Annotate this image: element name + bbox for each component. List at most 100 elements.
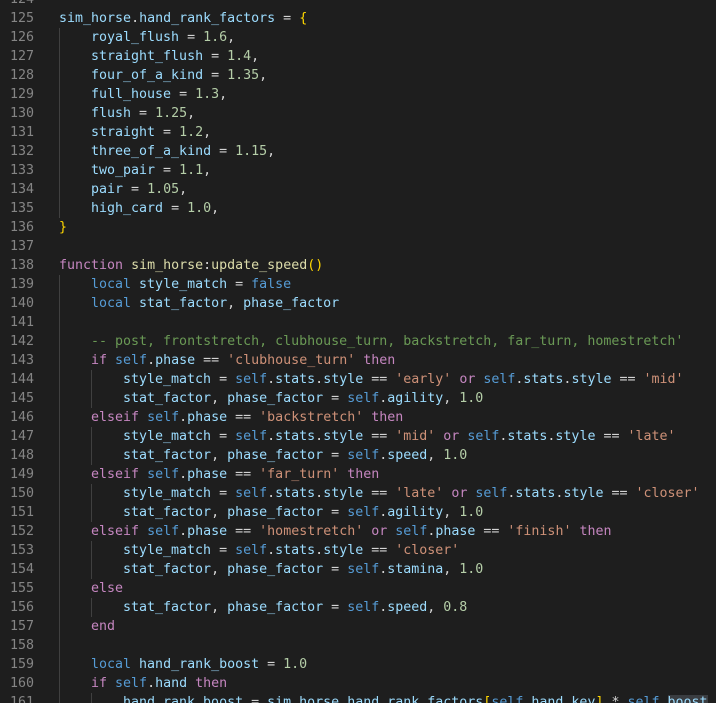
code-line[interactable]: 135 high_card = 1.0, — [0, 199, 716, 218]
code-token: . — [179, 524, 188, 539]
code-token: } — [59, 220, 68, 235]
code-token: flush — [91, 106, 132, 121]
code-line[interactable]: 143 if self.phase == 'clubhouse_turn' the… — [0, 351, 716, 370]
code-token: phase_factor — [227, 562, 324, 577]
code-token: or — [459, 372, 476, 387]
indent-guide — [59, 522, 60, 541]
code-text: style_match = self.stats.style == 'late'… — [123, 484, 700, 503]
code-line[interactable]: 155 else — [0, 579, 716, 598]
code-line[interactable]: 142 -- post, frontstretch, clubhouse_turn… — [0, 332, 716, 351]
code-token: style_match — [123, 372, 212, 387]
code-line[interactable]: 150 style_match = self.stats.style == 'la… — [0, 484, 716, 503]
code-token: = — [155, 163, 180, 178]
code-token: phase — [187, 524, 228, 539]
code-token: phase_factor — [227, 391, 324, 406]
code-text: end — [91, 617, 115, 636]
code-token: then — [195, 676, 228, 691]
code-line[interactable]: 156 stat_factor, phase_factor = self.spee… — [0, 598, 716, 617]
code-line[interactable]: 130 flush = 1.25, — [0, 104, 716, 123]
code-token: self — [395, 524, 428, 539]
code-line[interactable]: 137 — [0, 237, 716, 256]
code-line[interactable]: 124 — [0, 0, 716, 9]
code-token: = — [171, 87, 196, 102]
code-token: self — [347, 448, 380, 463]
code-text: four_of_a_kind = 1.35, — [91, 66, 267, 85]
indent-guide — [59, 370, 60, 389]
code-line[interactable]: 140 local stat_factor, phase_factor — [0, 294, 716, 313]
code-line[interactable]: 160 if self.hand then — [0, 674, 716, 693]
code-text: } — [59, 218, 67, 237]
code-token: stats — [275, 486, 316, 501]
code-token: == — [227, 467, 260, 482]
code-text: local style_match = false — [91, 275, 291, 294]
code-line[interactable]: 145 stat_factor, phase_factor = self.agil… — [0, 389, 716, 408]
code-token: self — [627, 695, 660, 703]
code-token: 1.0 — [187, 201, 212, 216]
line-number: 128 — [9, 68, 34, 83]
code-line[interactable]: 127 straight_flush = 1.4, — [0, 47, 716, 66]
code-token: , — [211, 562, 228, 577]
code-line[interactable]: 133 two_pair = 1.1, — [0, 161, 716, 180]
line-number: 130 — [9, 106, 34, 121]
code-token: style_match — [123, 429, 212, 444]
code-line[interactable]: 146 elseif self.phase == 'backstretch' th… — [0, 408, 716, 427]
code-line[interactable]: 138 function sim_horse:update_speed() — [0, 256, 716, 275]
code-token: stamina — [387, 562, 444, 577]
indent-guide — [59, 408, 60, 427]
line-number: 141 — [9, 315, 34, 330]
indent-guide — [91, 484, 92, 503]
code-line[interactable]: 147 style_match = self.stats.style == 'mi… — [0, 427, 716, 446]
code-line[interactable]: 125 sim_horse.hand_rank_factors = { — [0, 9, 716, 28]
code-token: phase — [187, 410, 228, 425]
code-token: , — [227, 30, 236, 45]
code-line[interactable]: 157 end — [0, 617, 716, 636]
code-token: phase_factor — [227, 505, 324, 520]
code-line[interactable]: 134 pair = 1.05, — [0, 180, 716, 199]
code-line[interactable]: 153 style_match = self.stats.style == 'cl… — [0, 541, 716, 560]
indent-guide — [59, 541, 60, 560]
code-token: self — [235, 429, 268, 444]
code-line[interactable]: 149 elseif self.phase == 'far_turn' then — [0, 465, 716, 484]
code-token: hand_rank_boost — [139, 657, 260, 672]
code-line[interactable]: 136} — [0, 218, 716, 237]
code-token: 1.05 — [147, 182, 180, 197]
code-token: , — [427, 600, 444, 615]
code-line[interactable]: 158 — [0, 636, 716, 655]
code-token: then — [371, 410, 404, 425]
code-line[interactable]: 159 local hand_rank_boost = 1.0 — [0, 655, 716, 674]
code-line[interactable]: 154 stat_factor, phase_factor = self.stam… — [0, 560, 716, 579]
code-token: . — [267, 372, 276, 387]
line-number: 156 — [9, 600, 34, 615]
code-text: if self.phase == 'clubhouse_turn' then — [91, 351, 395, 370]
indent-guide — [59, 636, 60, 655]
code-editor[interactable]: 124125sim_horse.hand_rank_factors = {126… — [0, 0, 716, 703]
code-line[interactable]: 141 — [0, 313, 716, 332]
indent-guide — [59, 313, 60, 332]
code-token: , — [211, 505, 228, 520]
indent-guide — [59, 446, 60, 465]
code-line[interactable]: 139 local style_match = false — [0, 275, 716, 294]
code-line[interactable]: 161 hand_rank_boost = sim_horse.hand_rank… — [0, 693, 716, 703]
line-number: 135 — [9, 201, 34, 216]
code-line[interactable]: 128 four_of_a_kind = 1.35, — [0, 66, 716, 85]
code-token: * — [603, 695, 628, 703]
line-number: 129 — [9, 87, 34, 102]
code-line[interactable]: 152 elseif self.phase == 'homestretch' or… — [0, 522, 716, 541]
code-token: = — [323, 391, 348, 406]
code-token: = — [243, 695, 268, 703]
code-line[interactable]: 144 style_match = self.stats.style == 'ea… — [0, 370, 716, 389]
code-token: = — [163, 201, 188, 216]
code-token: full_house — [91, 87, 172, 102]
code-line[interactable]: 151 stat_factor, phase_factor = self.agil… — [0, 503, 716, 522]
code-line[interactable]: 129 full_house = 1.3, — [0, 85, 716, 104]
code-token: . — [131, 11, 140, 26]
code-line[interactable]: 126 royal_flush = 1.6, — [0, 28, 716, 47]
indent-guide — [59, 161, 60, 180]
indent-guide — [91, 446, 92, 465]
code-line[interactable]: 131 straight = 1.2, — [0, 123, 716, 142]
code-line[interactable]: 132 three_of_a_kind = 1.15, — [0, 142, 716, 161]
code-token: style — [323, 372, 364, 387]
code-token: = — [211, 144, 236, 159]
code-line[interactable]: 148 stat_factor, phase_factor = self.spee… — [0, 446, 716, 465]
code-token: if — [91, 676, 108, 691]
